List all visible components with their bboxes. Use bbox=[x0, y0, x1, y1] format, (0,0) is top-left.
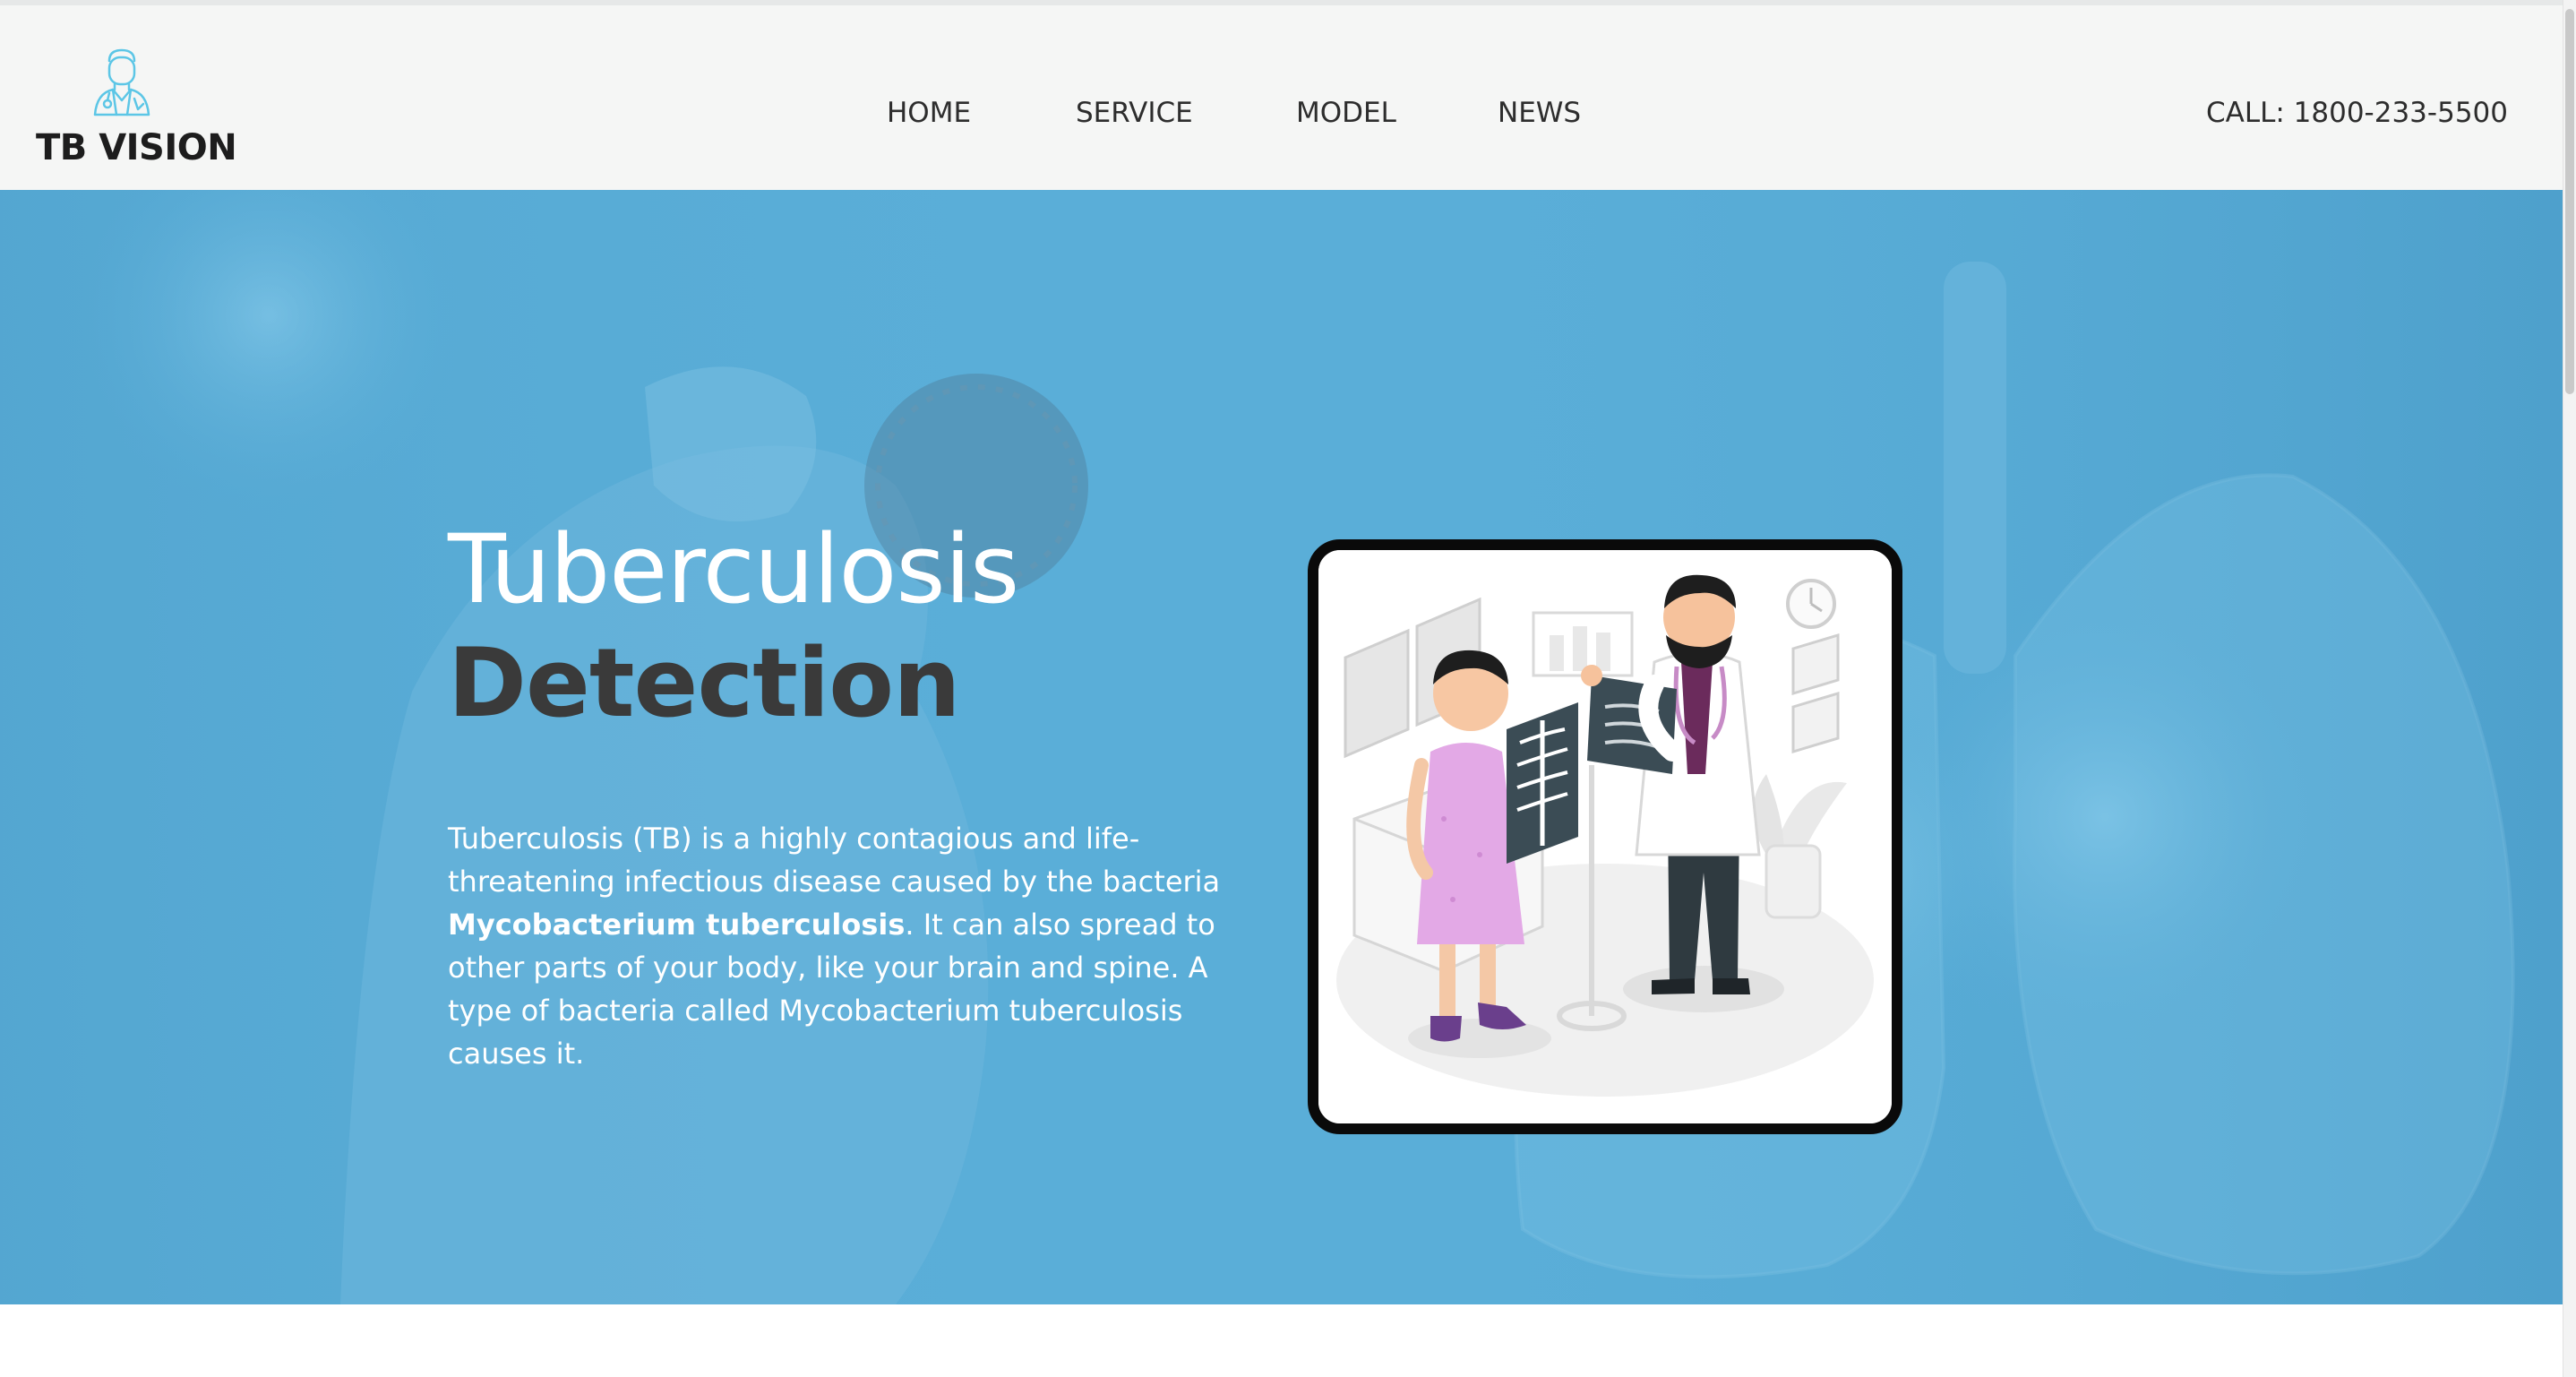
illustration-image bbox=[1318, 550, 1892, 1123]
hero-background-image bbox=[0, 190, 2563, 1304]
scrollbar-thumb[interactable] bbox=[2565, 9, 2574, 394]
nav-home-link[interactable]: HOME bbox=[887, 97, 971, 129]
phone-number[interactable]: CALL: 1800-233-5500 bbox=[2206, 97, 2508, 129]
nav-news-link[interactable]: NEWS bbox=[1498, 97, 1581, 129]
brand-name[interactable]: TB VISION bbox=[36, 127, 237, 168]
hero-description-part1: Tuberculosis (TB) is a highly contagious… bbox=[448, 822, 1221, 899]
hero-description-bold: Mycobacterium tuberculosis bbox=[448, 908, 906, 942]
doctor-icon bbox=[93, 48, 150, 116]
scrollbar[interactable] bbox=[2563, 0, 2576, 1377]
hero-title-bold: Detection bbox=[448, 628, 961, 739]
doctor-xray-illustration bbox=[1308, 539, 1902, 1134]
hero-section: Tuberculosis Detection Tuberculosis (TB)… bbox=[0, 190, 2563, 1304]
navbar: TB VISION HOME SERVICE MODEL NEWS CALL: … bbox=[0, 5, 2563, 190]
hero-title: Tuberculosis Detection bbox=[448, 512, 1019, 740]
hero-title-light: Tuberculosis bbox=[448, 514, 1019, 624]
nav-model-link[interactable]: MODEL bbox=[1296, 97, 1396, 129]
page-content-start bbox=[0, 1304, 2563, 1377]
hero-description: Tuberculosis (TB) is a highly contagious… bbox=[448, 817, 1236, 1075]
nav-service-link[interactable]: SERVICE bbox=[1076, 97, 1193, 129]
